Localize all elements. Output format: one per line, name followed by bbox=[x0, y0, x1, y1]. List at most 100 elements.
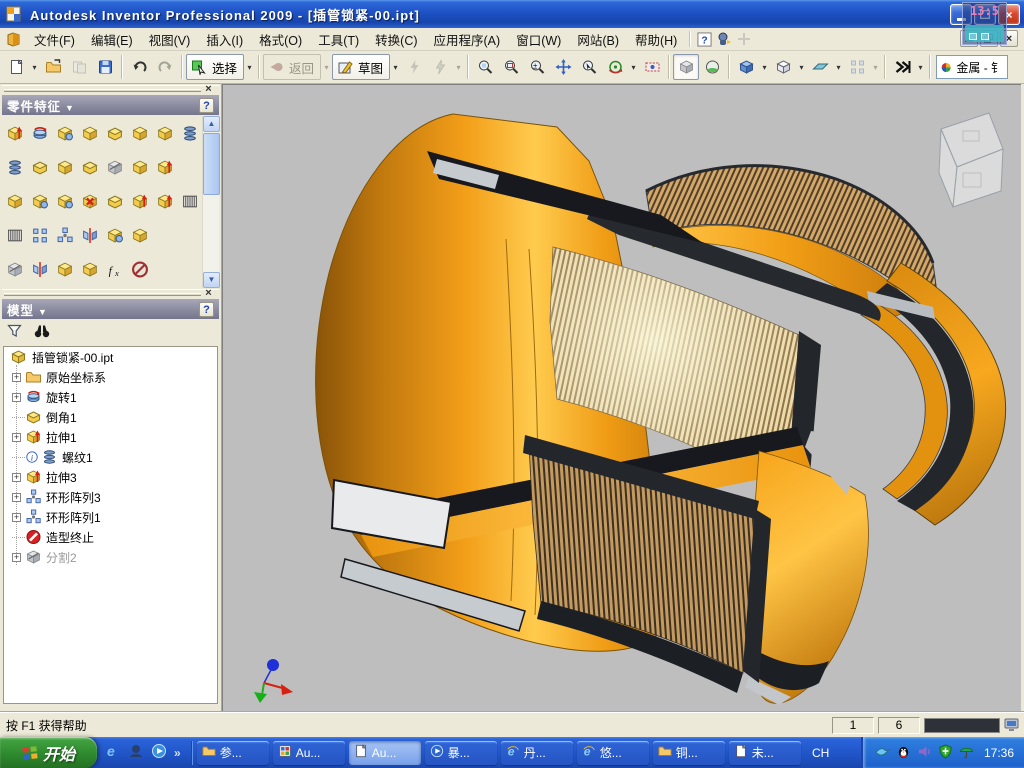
find-icon[interactable] bbox=[33, 323, 51, 342]
draft-icon[interactable] bbox=[77, 152, 102, 182]
start-button[interactable]: 开始 bbox=[0, 737, 97, 768]
tree-item-feature-6[interactable]: +拉伸3 bbox=[4, 467, 217, 487]
dropdown-caret-icon[interactable]: ▾ bbox=[796, 54, 807, 80]
taskbar-button-1[interactable]: 参... bbox=[197, 741, 269, 765]
speaker-icon[interactable] bbox=[917, 744, 932, 762]
taskbar-button-5[interactable]: e丹... bbox=[501, 741, 573, 765]
trim-icon[interactable] bbox=[127, 186, 152, 216]
model-panel-help-button[interactable]: ? bbox=[199, 302, 214, 317]
pan-button[interactable] bbox=[550, 54, 576, 80]
language-indicator[interactable]: CH bbox=[805, 746, 837, 760]
look-at-button[interactable] bbox=[639, 54, 665, 80]
taskbar-button-8[interactable]: 未... bbox=[729, 741, 801, 765]
split-face-icon[interactable] bbox=[102, 152, 127, 182]
undo-button[interactable] bbox=[126, 54, 152, 80]
save-button[interactable] bbox=[92, 54, 118, 80]
tree-item-part-file[interactable]: 插管锁紧-00.ipt bbox=[4, 347, 217, 367]
tree-item-feature-4[interactable]: +拉伸1 bbox=[4, 427, 217, 447]
collet-part-model[interactable] bbox=[316, 114, 1006, 705]
tree-item-feature-7[interactable]: +环形阵列3 bbox=[4, 487, 217, 507]
intersect-icon[interactable] bbox=[52, 186, 77, 216]
select-tool-button[interactable]: 选择 bbox=[186, 54, 244, 80]
zoom-window-button[interactable] bbox=[498, 54, 524, 80]
tree-item-feature-5[interactable]: i螺纹1 bbox=[4, 447, 217, 467]
filter-icon[interactable] bbox=[6, 323, 23, 342]
taskbar-button-3[interactable]: Au... bbox=[349, 741, 421, 765]
zoom-all-button[interactable] bbox=[472, 54, 498, 80]
menu-item-4[interactable]: 插入(I) bbox=[198, 27, 251, 52]
menu-item-8[interactable]: 应用程序(A) bbox=[426, 27, 509, 52]
promote-icon[interactable] bbox=[152, 186, 177, 216]
analysis-button[interactable] bbox=[889, 54, 915, 80]
ground-shadow-button[interactable] bbox=[699, 54, 725, 80]
feature-panel-help-button[interactable]: ? bbox=[199, 98, 214, 113]
sweep-surface-icon[interactable] bbox=[2, 186, 27, 216]
expand-plus-icon[interactable]: + bbox=[12, 513, 21, 522]
end-of-part-icon[interactable] bbox=[127, 254, 152, 284]
revolve-icon[interactable] bbox=[27, 118, 52, 148]
menu-item-2[interactable]: 编辑(E) bbox=[83, 27, 141, 52]
tree-item-feature-10[interactable]: +分割2 bbox=[4, 547, 217, 567]
qq-icon[interactable] bbox=[896, 744, 911, 762]
taskbar-button-7[interactable]: 铜... bbox=[653, 741, 725, 765]
knurl-icon[interactable] bbox=[2, 220, 27, 250]
shaded-display-button[interactable] bbox=[673, 54, 699, 80]
expand-plus-icon[interactable]: + bbox=[12, 553, 21, 562]
menu-item-5[interactable]: 格式(O) bbox=[251, 27, 310, 52]
menu-item-1[interactable]: 文件(F) bbox=[26, 27, 83, 52]
model-panel-grip[interactable]: × bbox=[2, 289, 219, 298]
redo-button[interactable] bbox=[152, 54, 178, 80]
update-button[interactable] bbox=[401, 54, 427, 80]
scroll-down-icon[interactable]: ▼ bbox=[203, 272, 220, 288]
dropdown-caret-icon[interactable]: ▾ bbox=[244, 54, 255, 80]
dropdown-caret-icon[interactable]: ▾ bbox=[870, 54, 881, 80]
coil-icon[interactable] bbox=[177, 118, 202, 148]
shell-icon[interactable] bbox=[77, 118, 102, 148]
parameters-icon[interactable]: fx bbox=[102, 254, 127, 284]
view-cube[interactable] bbox=[939, 113, 1003, 207]
circular-pattern-icon[interactable] bbox=[52, 220, 77, 250]
mirror-icon[interactable] bbox=[77, 220, 102, 250]
tree-item-feature-2[interactable]: +旋转1 bbox=[4, 387, 217, 407]
return-button[interactable]: 返回 bbox=[263, 54, 321, 80]
dropdown-caret-icon[interactable]: ▾ bbox=[628, 54, 639, 80]
tree-item-feature-8[interactable]: +环形阵列1 bbox=[4, 507, 217, 527]
menu-item-3[interactable]: 视图(V) bbox=[141, 27, 199, 52]
dropdown-caret-icon[interactable]: ▾ bbox=[759, 54, 770, 80]
umbrella-icon[interactable] bbox=[959, 744, 974, 762]
slice-graphics-button[interactable] bbox=[807, 54, 833, 80]
graphics-viewport[interactable] bbox=[222, 84, 1021, 712]
dropdown-caret-icon[interactable]: ▾ bbox=[29, 54, 40, 80]
expand-plus-icon[interactable]: + bbox=[12, 473, 21, 482]
decal-icon[interactable] bbox=[27, 186, 52, 216]
taskbar-button-2[interactable]: Au... bbox=[273, 741, 345, 765]
menu-item-11[interactable]: 帮助(H) bbox=[627, 27, 685, 52]
tree-item-feature-9[interactable]: 造型终止 bbox=[4, 527, 217, 547]
copy-object-icon[interactable] bbox=[127, 220, 152, 250]
split-icon[interactable] bbox=[2, 254, 27, 284]
quicklaunch-overflow-chevron[interactable]: » bbox=[174, 746, 181, 760]
sweep-icon[interactable] bbox=[152, 118, 177, 148]
extrude-icon[interactable] bbox=[2, 118, 27, 148]
expand-plus-icon[interactable]: + bbox=[12, 373, 21, 382]
expand-plus-icon[interactable]: + bbox=[12, 493, 21, 502]
display-mode-button[interactable] bbox=[733, 54, 759, 80]
bend-icon[interactable] bbox=[127, 152, 152, 182]
feature-panel-header[interactable]: 零件特征▼ ? bbox=[2, 95, 219, 115]
assistant-icon[interactable] bbox=[714, 30, 734, 48]
feature-panel-close-icon[interactable]: × bbox=[202, 83, 215, 96]
rectangular-pattern-icon[interactable] bbox=[27, 220, 52, 250]
dropdown-caret-icon[interactable]: ▾ bbox=[453, 54, 464, 80]
dropdown-caret-icon[interactable]: ▾ bbox=[833, 54, 844, 80]
scrollbar-thumb[interactable] bbox=[203, 133, 220, 195]
taskbar-button-6[interactable]: e悠... bbox=[577, 741, 649, 765]
material-select[interactable]: 金属 - 钅 bbox=[936, 55, 1008, 79]
orbit-button[interactable] bbox=[602, 54, 628, 80]
chamfer-icon[interactable] bbox=[27, 152, 52, 182]
open-file-button[interactable] bbox=[40, 54, 66, 80]
loft-icon[interactable] bbox=[127, 118, 152, 148]
media-quicklaunch-icon[interactable] bbox=[151, 743, 167, 762]
ie-quicklaunch-icon[interactable]: e bbox=[105, 743, 121, 762]
help-topics-icon[interactable]: ? bbox=[694, 30, 714, 48]
ruled-surface-icon[interactable] bbox=[177, 186, 202, 216]
